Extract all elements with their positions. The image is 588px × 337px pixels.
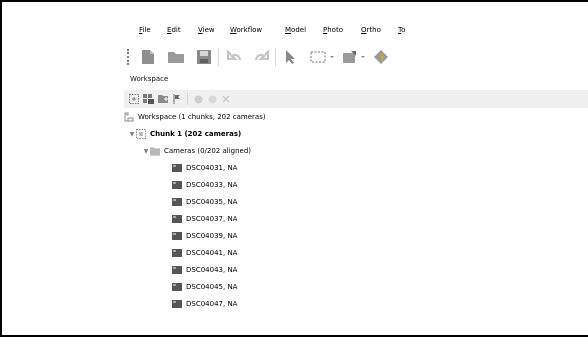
tree-cameras-label: Cameras (0/202 aligned)	[164, 147, 252, 155]
camera-label: DSC04041, NA	[186, 249, 238, 257]
redo-icon	[254, 50, 269, 61]
menu-photo[interactable]: Photo	[323, 24, 343, 36]
collapse-arrow-icon[interactable]: ▼	[128, 131, 136, 138]
menu-file[interactable]: File	[139, 24, 151, 36]
new-document-button[interactable]	[137, 46, 159, 68]
menu-ortho[interactable]: Ortho	[361, 24, 381, 36]
camera-label: DSC04045, NA	[186, 283, 238, 291]
add-chunk-icon	[129, 94, 139, 104]
camera-list-item[interactable]: DSC04033, NA	[172, 178, 237, 192]
undo-icon	[227, 50, 242, 61]
photo-icon	[172, 180, 182, 190]
circle-icon	[194, 95, 202, 103]
rotate-object-icon	[374, 50, 388, 64]
collapse-arrow-icon[interactable]: ▼	[142, 148, 150, 155]
toolbar-grip[interactable]	[127, 49, 131, 65]
camera-label: DSC04031, NA	[186, 164, 238, 172]
flag-icon	[173, 94, 180, 104]
photo-icon	[172, 265, 182, 275]
menu-workflow[interactable]: Workflow	[230, 24, 262, 36]
toolbar-separator	[275, 48, 276, 66]
camera-list-item[interactable]: DSC04045, NA	[172, 280, 237, 294]
open-folder-button[interactable]	[165, 46, 187, 68]
camera-label: DSC04035, NA	[186, 198, 238, 206]
photo-icon	[172, 214, 182, 224]
tree-chunk[interactable]: ▼ Chunk 1 (202 cameras)	[128, 127, 241, 141]
toolbar-separator	[218, 48, 219, 66]
camera-list-item[interactable]: DSC04037, NA	[172, 212, 237, 226]
save-button[interactable]	[193, 46, 215, 68]
undo-button[interactable]	[224, 46, 246, 68]
rectangle-selection-icon	[310, 51, 334, 63]
photo-icon	[172, 163, 182, 173]
camera-label: DSC04033, NA	[186, 181, 238, 189]
workspace-toolbar	[124, 90, 588, 108]
resize-region-button[interactable]	[341, 46, 369, 68]
tree-root-label: Workspace (1 chunks, 202 cameras)	[138, 113, 266, 121]
circle-outline-icon	[208, 95, 216, 103]
add-photos-icon	[142, 94, 154, 104]
toolbar-separator	[187, 93, 188, 105]
camera-list-item[interactable]: DSC04039, NA	[172, 229, 237, 243]
menu-model[interactable]: Model	[285, 24, 306, 36]
workspace-icon	[124, 112, 134, 122]
camera-list-item[interactable]: DSC04041, NA	[172, 246, 237, 260]
camera-list-item[interactable]: DSC04047, NA	[172, 297, 237, 311]
remove-button[interactable]	[220, 93, 232, 105]
navigation-tool-button[interactable]	[279, 46, 301, 68]
photo-icon	[172, 248, 182, 258]
menu-view[interactable]: View	[198, 24, 215, 36]
menu-edit[interactable]: Edit	[167, 24, 181, 36]
tree-cameras[interactable]: ▼ Cameras (0/202 aligned)	[142, 144, 251, 158]
chunk-icon	[136, 129, 146, 139]
application-window: File Edit View Workflow Model Photo Orth…	[124, 16, 588, 316]
photo-icon	[172, 197, 182, 207]
camera-label: DSC04037, NA	[186, 215, 238, 223]
rectangle-selection-button[interactable]	[309, 46, 337, 68]
rotate-object-button[interactable]	[371, 46, 391, 68]
add-chunk-button[interactable]	[128, 93, 140, 105]
save-icon	[197, 50, 211, 64]
menu-tools[interactable]: To	[398, 24, 405, 36]
add-photos-button[interactable]	[142, 93, 154, 105]
close-icon	[222, 95, 230, 103]
photo-icon	[172, 231, 182, 241]
menu-bar: File Edit View Workflow Model Photo Orth…	[124, 16, 588, 38]
workspace-panel-title: Workspace	[130, 75, 169, 83]
tree-chunk-label: Chunk 1 (202 cameras)	[150, 130, 242, 138]
add-folder-button[interactable]	[157, 93, 169, 105]
cursor-arrow-icon	[286, 50, 295, 64]
enable-button[interactable]	[192, 93, 204, 105]
camera-label: DSC04039, NA	[186, 232, 238, 240]
add-marker-button[interactable]	[171, 93, 183, 105]
camera-list-item[interactable]: DSC04031, NA	[172, 161, 237, 175]
camera-label: DSC04043, NA	[186, 266, 238, 274]
camera-list-item[interactable]: DSC04035, NA	[172, 195, 237, 209]
new-document-icon	[142, 50, 154, 64]
camera-label: DSC04047, NA	[186, 300, 238, 308]
folder-open-icon	[168, 52, 184, 63]
region-icon	[343, 51, 365, 63]
disable-button[interactable]	[206, 93, 218, 105]
tree-root[interactable]: Workspace (1 chunks, 202 cameras)	[124, 110, 266, 124]
photo-icon	[172, 282, 182, 292]
photo-icon	[172, 299, 182, 309]
main-toolbar	[124, 42, 588, 70]
add-folder-icon	[157, 95, 168, 103]
folder-icon	[150, 146, 160, 156]
camera-list-item[interactable]: DSC04043, NA	[172, 263, 237, 277]
redo-button[interactable]	[250, 46, 272, 68]
